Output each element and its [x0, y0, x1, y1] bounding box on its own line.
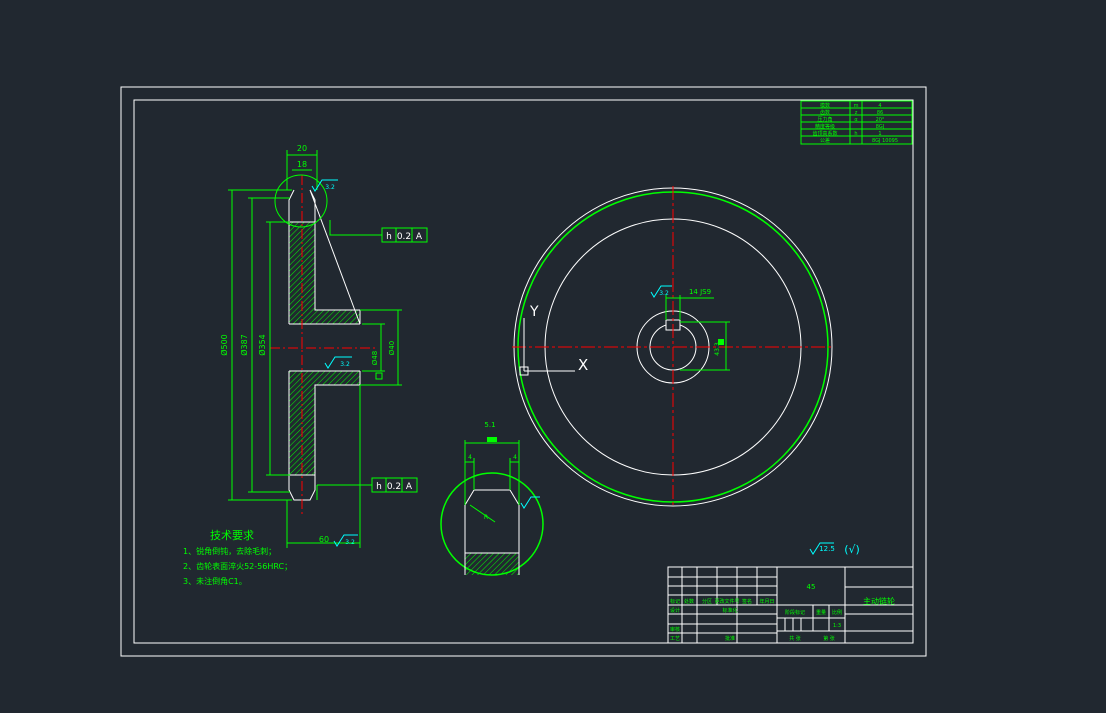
- svg-text:3.2: 3.2: [659, 290, 669, 297]
- svg-text:模数: 模数: [820, 102, 830, 109]
- ucs-icon: Y X: [519, 304, 588, 376]
- svg-text:精度等级: 精度等级: [815, 123, 835, 130]
- tol-bot-symbol: h: [376, 482, 382, 492]
- svg-text:86: 86: [877, 110, 883, 116]
- tech-title: 技术要求: [210, 529, 254, 542]
- svg-text:齿数: 齿数: [820, 109, 830, 116]
- svg-text:更改文件号: 更改文件号: [714, 598, 739, 605]
- svg-text:3.2: 3.2: [325, 184, 335, 191]
- cad-drawing[interactable]: h 0.2 A h 0.2 A 20 18 Ø500 Ø387 Ø354 Ø40…: [0, 0, 1106, 713]
- datum-marker: [375, 372, 383, 380]
- svg-text:比例: 比例: [832, 609, 842, 616]
- detail-callout-circle: [274, 174, 328, 228]
- general-roughness: 12.5 (√): [809, 542, 860, 556]
- svg-text:h: h: [854, 131, 857, 137]
- dim-hub-len: 60: [319, 535, 329, 544]
- svg-text:阶段标记: 阶段标记: [785, 609, 805, 616]
- detail-dim-left: 4: [468, 454, 472, 461]
- cad-canvas[interactable]: h 0.2 A h 0.2 A 20 18 Ø500 Ø387 Ø354 Ø40…: [0, 0, 1106, 713]
- geo-tolerance-bottom: h 0.2 A: [371, 477, 418, 493]
- dim-bore: Ø40: [388, 341, 396, 355]
- geo-tolerance-top: h 0.2 A: [381, 227, 428, 243]
- svg-text:签名: 签名: [742, 598, 752, 605]
- tech-item-1: 1、锐角倒钝，去除毛刺；: [183, 546, 276, 556]
- svg-text:齿顶高系数: 齿顶高系数: [812, 130, 837, 137]
- material-text: 45: [807, 583, 816, 591]
- svg-text:X: X: [578, 356, 588, 374]
- tol-bot-value: 0.2: [387, 482, 401, 492]
- svg-text:共 张: 共 张: [789, 635, 801, 642]
- detail-roughness: [520, 496, 540, 509]
- svg-text:8GJ: 8GJ: [876, 124, 885, 130]
- svg-text:第 张: 第 张: [823, 635, 835, 642]
- detail-dim-right: 4: [513, 454, 517, 461]
- svg-text:标记: 标记: [670, 598, 680, 605]
- tech-item-2: 2、齿轮表面淬火52-56HRC；: [183, 561, 292, 571]
- detail-dim-radius: R: [484, 514, 488, 521]
- roughness-symbol-top: 3.2: [311, 179, 338, 192]
- detail-dim-top: 5.1: [484, 421, 495, 429]
- hatch-hub-upper: [289, 310, 360, 324]
- tol-top-value: 0.2: [397, 232, 411, 242]
- svg-text:z: z: [855, 110, 858, 116]
- svg-text:重量: 重量: [816, 609, 826, 616]
- hatch-hub-lower: [289, 371, 360, 385]
- gear-param-table: 模数 m 4 齿数 z 86 压力角 α 20° 精度等级 8GJ 齿顶高系数 …: [800, 100, 913, 145]
- dim-top-width: 20: [297, 144, 307, 153]
- part-name-text: 主动链轮: [863, 596, 895, 606]
- detail-dimensions: [464, 440, 520, 523]
- svg-text:1: 1: [878, 131, 881, 137]
- front-view[interactable]: 14 JS9 43.3 3.2 Y X: [512, 186, 834, 508]
- svg-text:1:3: 1:3: [833, 623, 841, 629]
- detail-view[interactable]: 5.1 4 4 R: [440, 421, 544, 576]
- front-roughness: 3.2: [650, 285, 672, 298]
- svg-text:(√): (√): [844, 543, 860, 556]
- svg-text:3.2: 3.2: [345, 539, 355, 546]
- svg-text:审核: 审核: [670, 626, 680, 633]
- svg-text:Y: Y: [529, 304, 539, 320]
- title-block: 标记 处数 分区 更改文件号 签名 年月日 设计 标准化 审核 工艺 批准 阶段…: [667, 566, 914, 644]
- dim-outer-dia: Ø500: [219, 334, 229, 356]
- svg-text:分区: 分区: [702, 598, 712, 605]
- tol-top-ref: A: [416, 232, 423, 242]
- tech-requirements: 技术要求 1、锐角倒钝，去除毛刺； 2、齿轮表面淬火52-56HRC； 3、未注…: [183, 529, 292, 586]
- svg-text:m: m: [854, 103, 859, 109]
- svg-text:工艺: 工艺: [670, 636, 680, 642]
- tol-top-symbol: h: [386, 232, 392, 242]
- dim-root-dia: Ø387: [239, 334, 249, 356]
- svg-text:压力角: 压力角: [817, 116, 832, 123]
- svg-text:标准化: 标准化: [722, 607, 737, 614]
- svg-text:设计: 设计: [670, 607, 680, 614]
- roughness-symbol-bottom: 3.2: [333, 534, 358, 547]
- dim-keyway: Ø48: [371, 351, 379, 365]
- svg-text:4: 4: [878, 103, 881, 109]
- dim-pitch-dia: Ø354: [257, 334, 267, 356]
- svg-text:3.2: 3.2: [340, 361, 350, 368]
- roughness-symbol-bore: 3.2: [324, 356, 352, 369]
- svg-text:8GJ 10095: 8GJ 10095: [872, 138, 898, 144]
- svg-text:公差: 公差: [820, 137, 830, 144]
- side-section-view[interactable]: h 0.2 A h 0.2 A 20 18 Ø500 Ø387 Ø354 Ø40…: [219, 144, 428, 548]
- tech-item-3: 3、未注倒角C1。: [183, 576, 247, 586]
- svg-text:12.5: 12.5: [819, 545, 835, 553]
- detail-hatch: [465, 553, 519, 575]
- svg-text:批准: 批准: [725, 635, 735, 642]
- tol-bot-ref: A: [406, 482, 413, 492]
- front-dimensions: [665, 295, 730, 371]
- dim-keyway-width: 14 JS9: [689, 288, 711, 296]
- svg-text:处数: 处数: [684, 598, 694, 605]
- dim-top-inner: 18: [297, 160, 307, 169]
- svg-text:年月日: 年月日: [759, 598, 774, 605]
- svg-text:20°: 20°: [876, 117, 885, 123]
